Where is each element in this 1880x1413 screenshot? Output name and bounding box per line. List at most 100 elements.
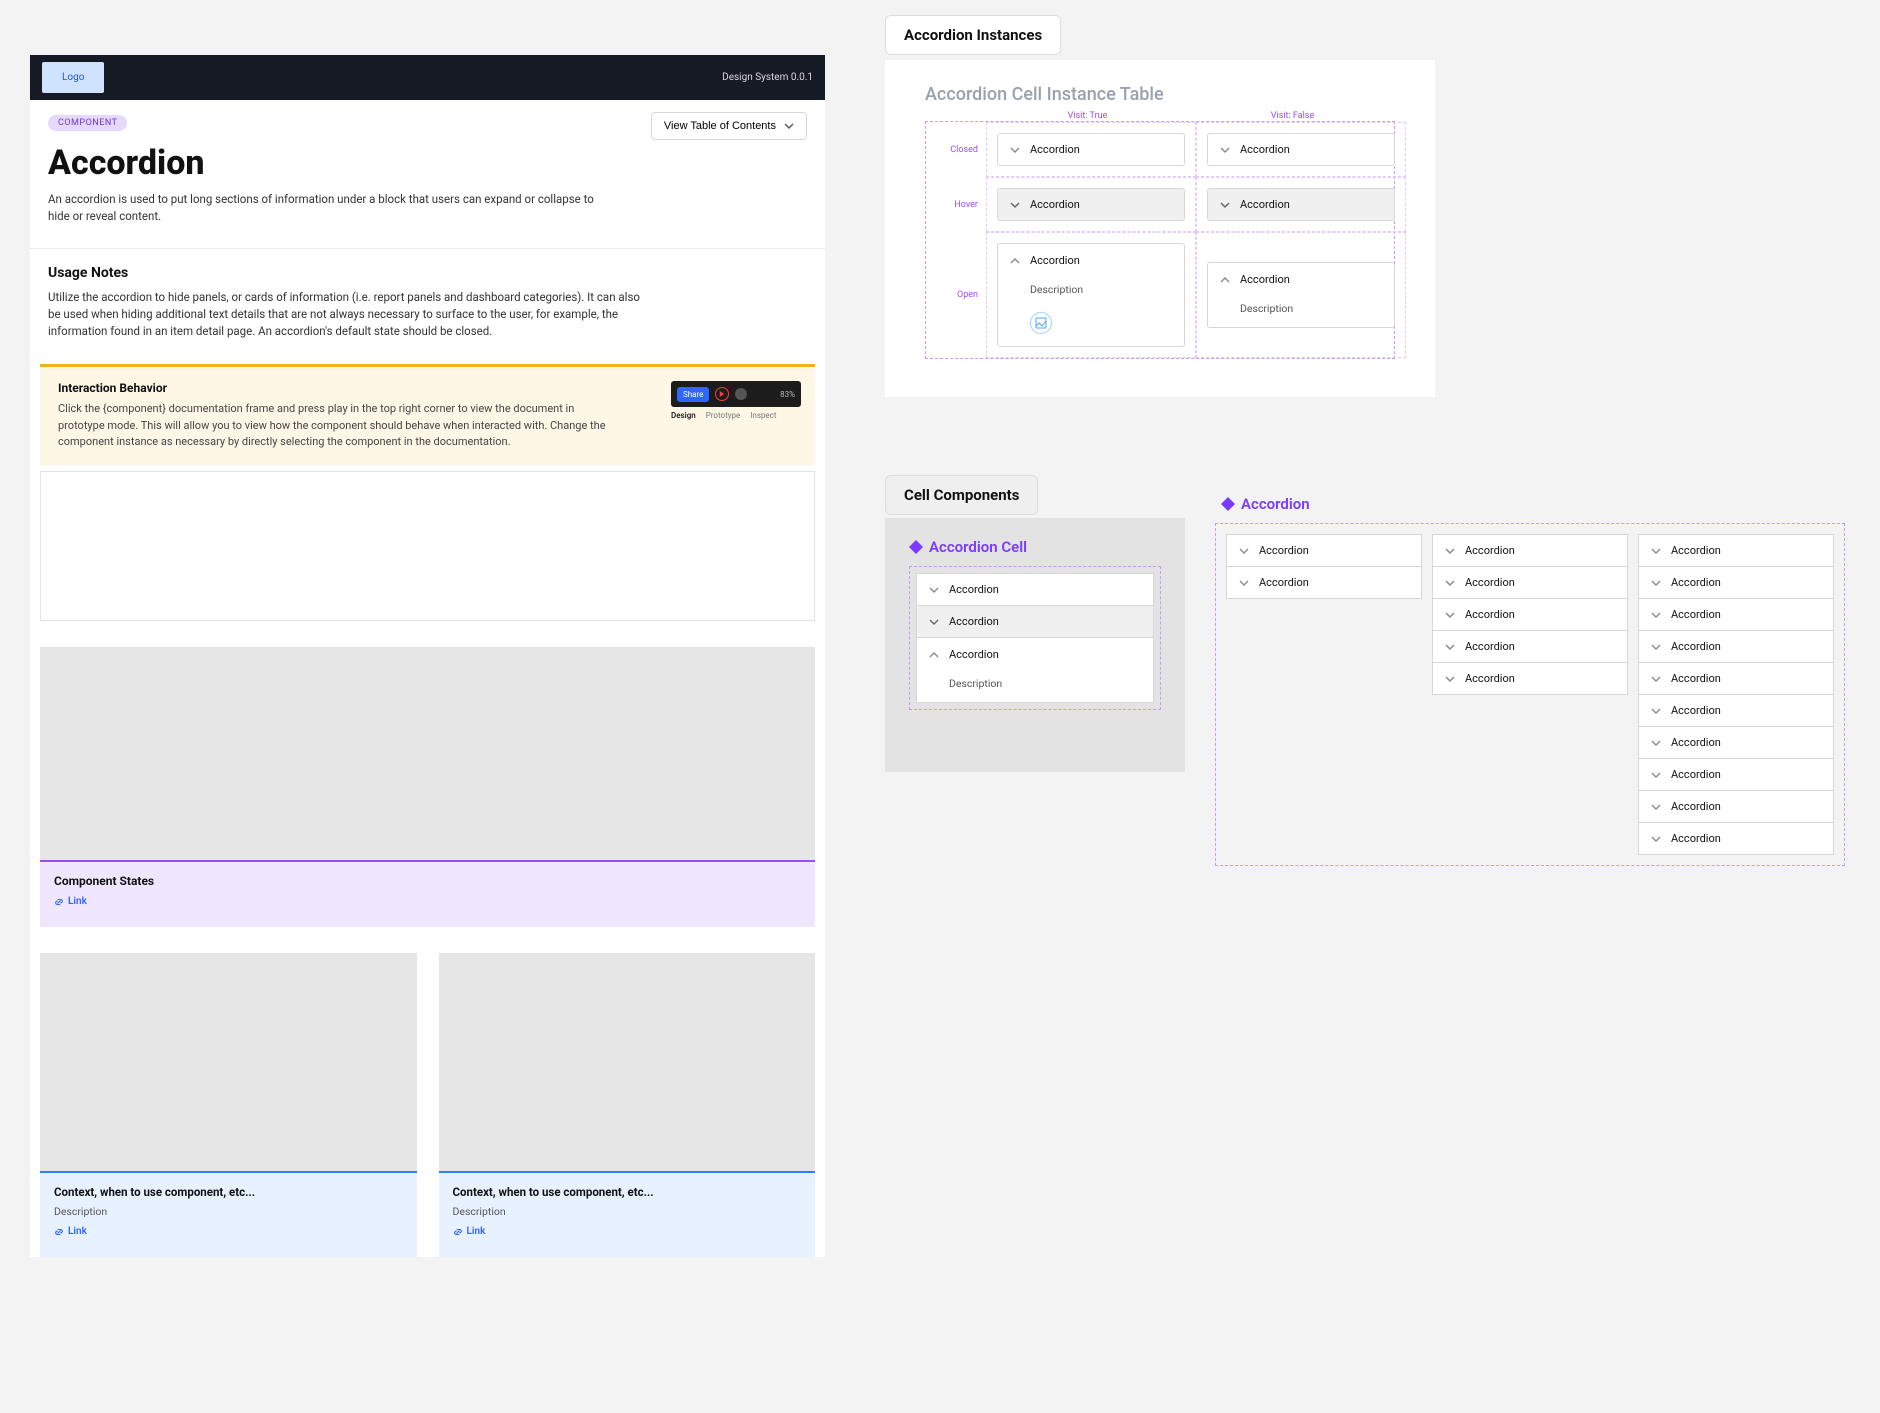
tab-prototype[interactable]: Prototype [706,411,740,420]
accordion-body: Description [929,677,1002,690]
accordion-cell-hover[interactable]: Accordion [997,188,1185,221]
usage-card-link[interactable]: Link [453,1226,486,1237]
component-badge: COMPONENT [48,115,127,131]
instance-cell: Accordion Description [1196,232,1406,358]
accordion-cell-closed[interactable]: Accordion [997,133,1185,166]
tab-inspect[interactable]: Inspect [750,411,776,420]
table-of-contents-button[interactable]: View Table of Contents [651,112,807,140]
accordion-cell-variants: Accordion Accordion Accordion Descriptio… [909,566,1161,710]
page-title: Accordion [48,143,807,183]
instance-cell: Accordion Description [986,232,1196,358]
row-label-open: Open [926,232,986,358]
accordion-cell-closed[interactable]: Accordion [1638,790,1834,822]
chevron-down-icon [1651,578,1661,588]
accordion-label: Accordion [1465,640,1515,653]
design-system-version: Design System 0.0.1 [722,72,813,83]
accordion-label: Accordion [1259,576,1309,589]
chevron-up-icon [1220,275,1230,285]
accordion-cell-closed[interactable]: Accordion [1638,534,1834,566]
chevron-down-icon [929,617,939,627]
accordion-label: Accordion [949,615,999,628]
accordion-label: Accordion [1671,832,1721,845]
chevron-down-icon [1651,834,1661,844]
accordion-label: Accordion [1671,800,1721,813]
link-label: Link [467,1226,486,1237]
accordion-cell-open[interactable]: Accordion Description [997,243,1185,347]
accordion-cell-closed[interactable]: Accordion [1432,630,1628,662]
component-name-accordion: Accordion [1221,495,1845,513]
accordion-label: Accordion [1240,198,1290,211]
chevron-up-icon [1010,256,1020,266]
accordion-cell-closed[interactable]: Accordion [1207,133,1395,166]
accordion-cell-closed[interactable]: Accordion [1226,566,1422,599]
usage-card: Context, when to use component, etc... D… [40,953,417,1257]
usage-card-description: Description [453,1205,802,1218]
image-icon [1035,317,1047,329]
accordion-label: Accordion [1030,254,1080,267]
example-placeholder [40,471,815,621]
play-button[interactable] [715,387,729,401]
accordion-cell-closed[interactable]: Accordion [1638,726,1834,758]
play-icon [719,391,725,397]
accordion-instances-tab[interactable]: Accordion Instances [885,15,1061,55]
chevron-down-icon [1651,802,1661,812]
chevron-down-icon [1220,145,1230,155]
usage-card-link[interactable]: Link [54,1226,87,1237]
usage-notes-heading: Usage Notes [48,265,807,281]
doc-header: Logo Design System 0.0.1 [30,55,825,100]
chevron-down-icon [1010,200,1020,210]
accordion-instances-panel: Accordion Cell Instance Table Visit: Tru… [885,60,1435,397]
accordion-label: Accordion [1671,608,1721,621]
component-thumb [1030,312,1052,334]
share-button[interactable]: Share [677,387,709,402]
accordion-cell-closed[interactable]: Accordion [1638,694,1834,726]
accordion-label: Accordion [1671,640,1721,653]
usage-card-description: Description [54,1205,403,1218]
accordion-label: Accordion [1671,768,1721,781]
col-header-true: Visit: True [985,111,1190,121]
accordion-cell-hover[interactable]: Accordion [1207,188,1395,221]
usage-card-title: Context, when to use component, etc... [54,1185,403,1199]
accordion-cell-closed[interactable]: Accordion [1638,758,1834,790]
accordion-cell-closed[interactable]: Accordion [1226,534,1422,566]
accordion-cell-closed[interactable]: Accordion [1638,598,1834,630]
accordion-component-panel: Accordion AccordionAccordionAccordionAcc… [1215,495,1845,866]
row-label-hover: Hover [926,177,986,232]
chevron-down-icon [1651,770,1661,780]
usage-card-preview [40,953,417,1173]
accordion-label: Accordion [1671,576,1721,589]
cell-components-tab[interactable]: Cell Components [885,475,1038,515]
accordion-label: Accordion [1671,672,1721,685]
accordion-cell-closed[interactable]: Accordion [1432,534,1628,566]
accordion-cell-closed[interactable]: Accordion [1638,662,1834,694]
component-icon [1221,497,1235,511]
tab-design[interactable]: Design [671,411,696,420]
link-icon [453,1227,463,1237]
accordion-cell-closed[interactable]: Accordion [1638,822,1834,855]
accordion-cell-closed[interactable]: Accordion [916,573,1154,605]
chevron-down-icon [1220,200,1230,210]
accordion-cell-closed[interactable]: Accordion [1432,566,1628,598]
usage-card: Context, when to use component, etc... D… [439,953,816,1257]
chevron-down-icon [929,585,939,595]
cell-components-panel: Accordion Cell Accordion Accordion Accor… [885,518,1185,772]
accordion-body: Description [1010,283,1083,296]
accordion-label: Accordion [949,648,999,661]
accordion-cell-hover[interactable]: Accordion [916,605,1154,637]
accordion-cell-closed[interactable]: Accordion [1638,566,1834,598]
chevron-down-icon [1010,145,1020,155]
usage-card-preview [439,953,816,1173]
component-states-link[interactable]: Link [54,896,87,907]
accordion-cell-open[interactable]: Accordion Description [916,637,1154,703]
instance-table: Visit: True Visit: False Closed Accordio… [925,111,1395,359]
accordion-label: Accordion [1030,198,1080,211]
chevron-down-icon [1651,642,1661,652]
prototype-toolbar: Share 83% [671,381,801,407]
chevron-down-icon [1651,610,1661,620]
component-states-preview [40,647,815,862]
accordion-cell-open[interactable]: Accordion Description [1207,262,1395,328]
accordion-cell-closed[interactable]: Accordion [1638,630,1834,662]
col-header-false: Visit: False [1190,111,1395,121]
accordion-cell-closed[interactable]: Accordion [1432,598,1628,630]
accordion-cell-closed[interactable]: Accordion [1432,662,1628,695]
